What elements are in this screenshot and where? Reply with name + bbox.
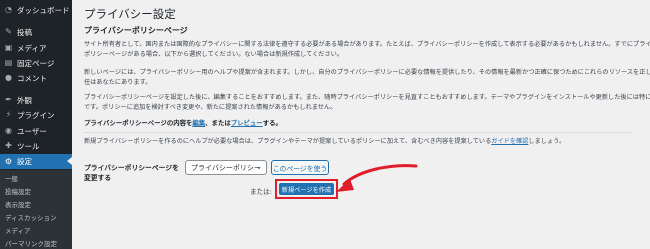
guide-prefix: 新規プライバシーポリシーを作るのにヘルプが必要な場合は、プラグインやテーマが提案… bbox=[84, 138, 492, 145]
sidebar-item-plugins[interactable]: ⚡ プラグイン bbox=[0, 108, 72, 122]
review-line-2: です。ポリシーに追加を検討すべき変更や、新たに提案された情報があるかもしれません… bbox=[84, 104, 337, 111]
user-icon: ◉ bbox=[5, 126, 12, 135]
pin-icon: ✎ bbox=[5, 27, 12, 36]
guide-line: 新規プライバシーポリシーを作るのにヘルプが必要な場合は、プラグインやテーマが提案… bbox=[84, 137, 565, 148]
sidebar-item-posts[interactable]: ✎ 投稿 bbox=[0, 25, 72, 39]
submenu-permalink[interactable]: パーマリンク設定 bbox=[5, 238, 57, 248]
sidebar-item-settings[interactable]: ⚙ 設定 bbox=[0, 154, 72, 169]
sidebar-item-label: プラグイン bbox=[17, 110, 55, 120]
intro-line-2: ポリシーページがある場合、以下から選択してください。ない場合は新規作成してくださ… bbox=[84, 51, 344, 58]
edit-prefix: プライバシーポリシーページの内容を bbox=[84, 119, 193, 127]
settings-submenu: 一般 投稿設定 表示設定 ディスカッション メディア パーマリンク設定 bbox=[0, 170, 72, 249]
edit-mid: 、または bbox=[205, 119, 231, 127]
intro-line-1: サイト所有者として、国内または国際的なプライバシーに関する法律を遵守する必要があ… bbox=[84, 41, 650, 48]
admin-sidebar: ◔ ダッシュボード ✎ 投稿 ▣ メディア ▤ 固定ページ ● コメント ✒ 外… bbox=[0, 0, 72, 249]
edit-preview-line: プライバシーポリシーページの内容を編集、またはプレビューする。 bbox=[84, 118, 282, 127]
comment-icon: ● bbox=[5, 73, 12, 82]
privacy-page-select-value: プライバシーポリシー bbox=[191, 163, 261, 172]
sidebar-item-appearance[interactable]: ✒ 外観 bbox=[0, 93, 72, 107]
preview-link[interactable]: プレビュー bbox=[231, 119, 263, 127]
sidebar-item-dashboard[interactable]: ◔ ダッシュボード bbox=[0, 3, 72, 17]
create-button-highlight: 新規ページを作成 bbox=[275, 179, 338, 199]
sidebar-item-comments[interactable]: ● コメント bbox=[0, 71, 72, 85]
sidebar-item-label: 設定 bbox=[17, 157, 32, 166]
guide-suffix: しましょう。 bbox=[528, 138, 566, 145]
submenu-general[interactable]: 一般 bbox=[5, 173, 18, 183]
edit-suffix: する。 bbox=[262, 119, 282, 127]
media-icon: ▣ bbox=[4, 43, 13, 52]
page-icon: ▤ bbox=[4, 58, 13, 67]
sidebar-item-tools[interactable]: ✚ ツール bbox=[0, 139, 72, 153]
change-page-label-line-1: プライバシーポリシーページを bbox=[84, 164, 179, 172]
edit-link[interactable]: 編集 bbox=[192, 119, 205, 127]
plugin-icon: ⚡ bbox=[5, 110, 12, 119]
section-title: プライバシーポリシーページ bbox=[84, 26, 188, 35]
sidebar-item-label: ツール bbox=[17, 141, 40, 151]
sidebar-item-pages[interactable]: ▤ 固定ページ bbox=[0, 56, 72, 70]
submenu-writing[interactable]: 投稿設定 bbox=[5, 186, 31, 196]
wrench-icon: ✚ bbox=[5, 141, 12, 150]
or-label: または: bbox=[250, 188, 273, 196]
brush-icon: ✒ bbox=[5, 95, 12, 104]
help-line-2: 任はあなたにあります。 bbox=[84, 79, 152, 86]
chevron-down-icon: ⌄ bbox=[256, 163, 262, 171]
create-new-page-button[interactable]: 新規ページを作成 bbox=[279, 183, 334, 195]
divider bbox=[84, 132, 632, 133]
sidebar-item-label: ユーザー bbox=[17, 126, 47, 136]
privacy-page-select[interactable]: プライバシーポリシー ⌄ bbox=[185, 160, 267, 175]
page-title: プライバシー設定 bbox=[84, 7, 176, 21]
sidebar-item-label: 外観 bbox=[17, 95, 32, 105]
sidebar-item-media[interactable]: ▣ メディア bbox=[0, 41, 72, 55]
submenu-discussion[interactable]: ディスカッション bbox=[5, 212, 57, 222]
sidebar-item-label: ダッシュボード bbox=[17, 5, 70, 15]
review-line-1: プライバシーポリシーページを設定した後に、編集することをおすすめします。また、随… bbox=[84, 94, 650, 101]
settings-icon: ⚙ bbox=[4, 156, 13, 166]
dashboard-icon: ◔ bbox=[5, 5, 12, 14]
guide-link[interactable]: ガイドを確認 bbox=[491, 138, 528, 145]
help-line-1: 新しいページには、プライバシーポリシー用のヘルプや提案が含まれます。しかし、自分… bbox=[84, 69, 650, 76]
submenu-media[interactable]: メディア bbox=[5, 225, 31, 235]
main-content: プライバシー設定 プライバシーポリシーページ サイト所有者として、国内または国際… bbox=[72, 0, 650, 249]
change-page-label-line-2: 変更する bbox=[84, 174, 112, 182]
sidebar-item-users[interactable]: ◉ ユーザー bbox=[0, 124, 72, 138]
use-this-page-button[interactable]: このページを使う bbox=[271, 160, 329, 175]
change-page-label: プライバシーポリシーページを 変更する bbox=[84, 163, 179, 183]
sidebar-item-label: 固定ページ bbox=[17, 58, 55, 68]
sidebar-item-label: コメント bbox=[17, 73, 47, 83]
annotation-arrow-icon bbox=[336, 164, 418, 192]
sidebar-item-label: メディア bbox=[17, 43, 47, 53]
sidebar-item-label: 投稿 bbox=[17, 27, 32, 37]
submenu-reading[interactable]: 表示設定 bbox=[5, 199, 31, 209]
